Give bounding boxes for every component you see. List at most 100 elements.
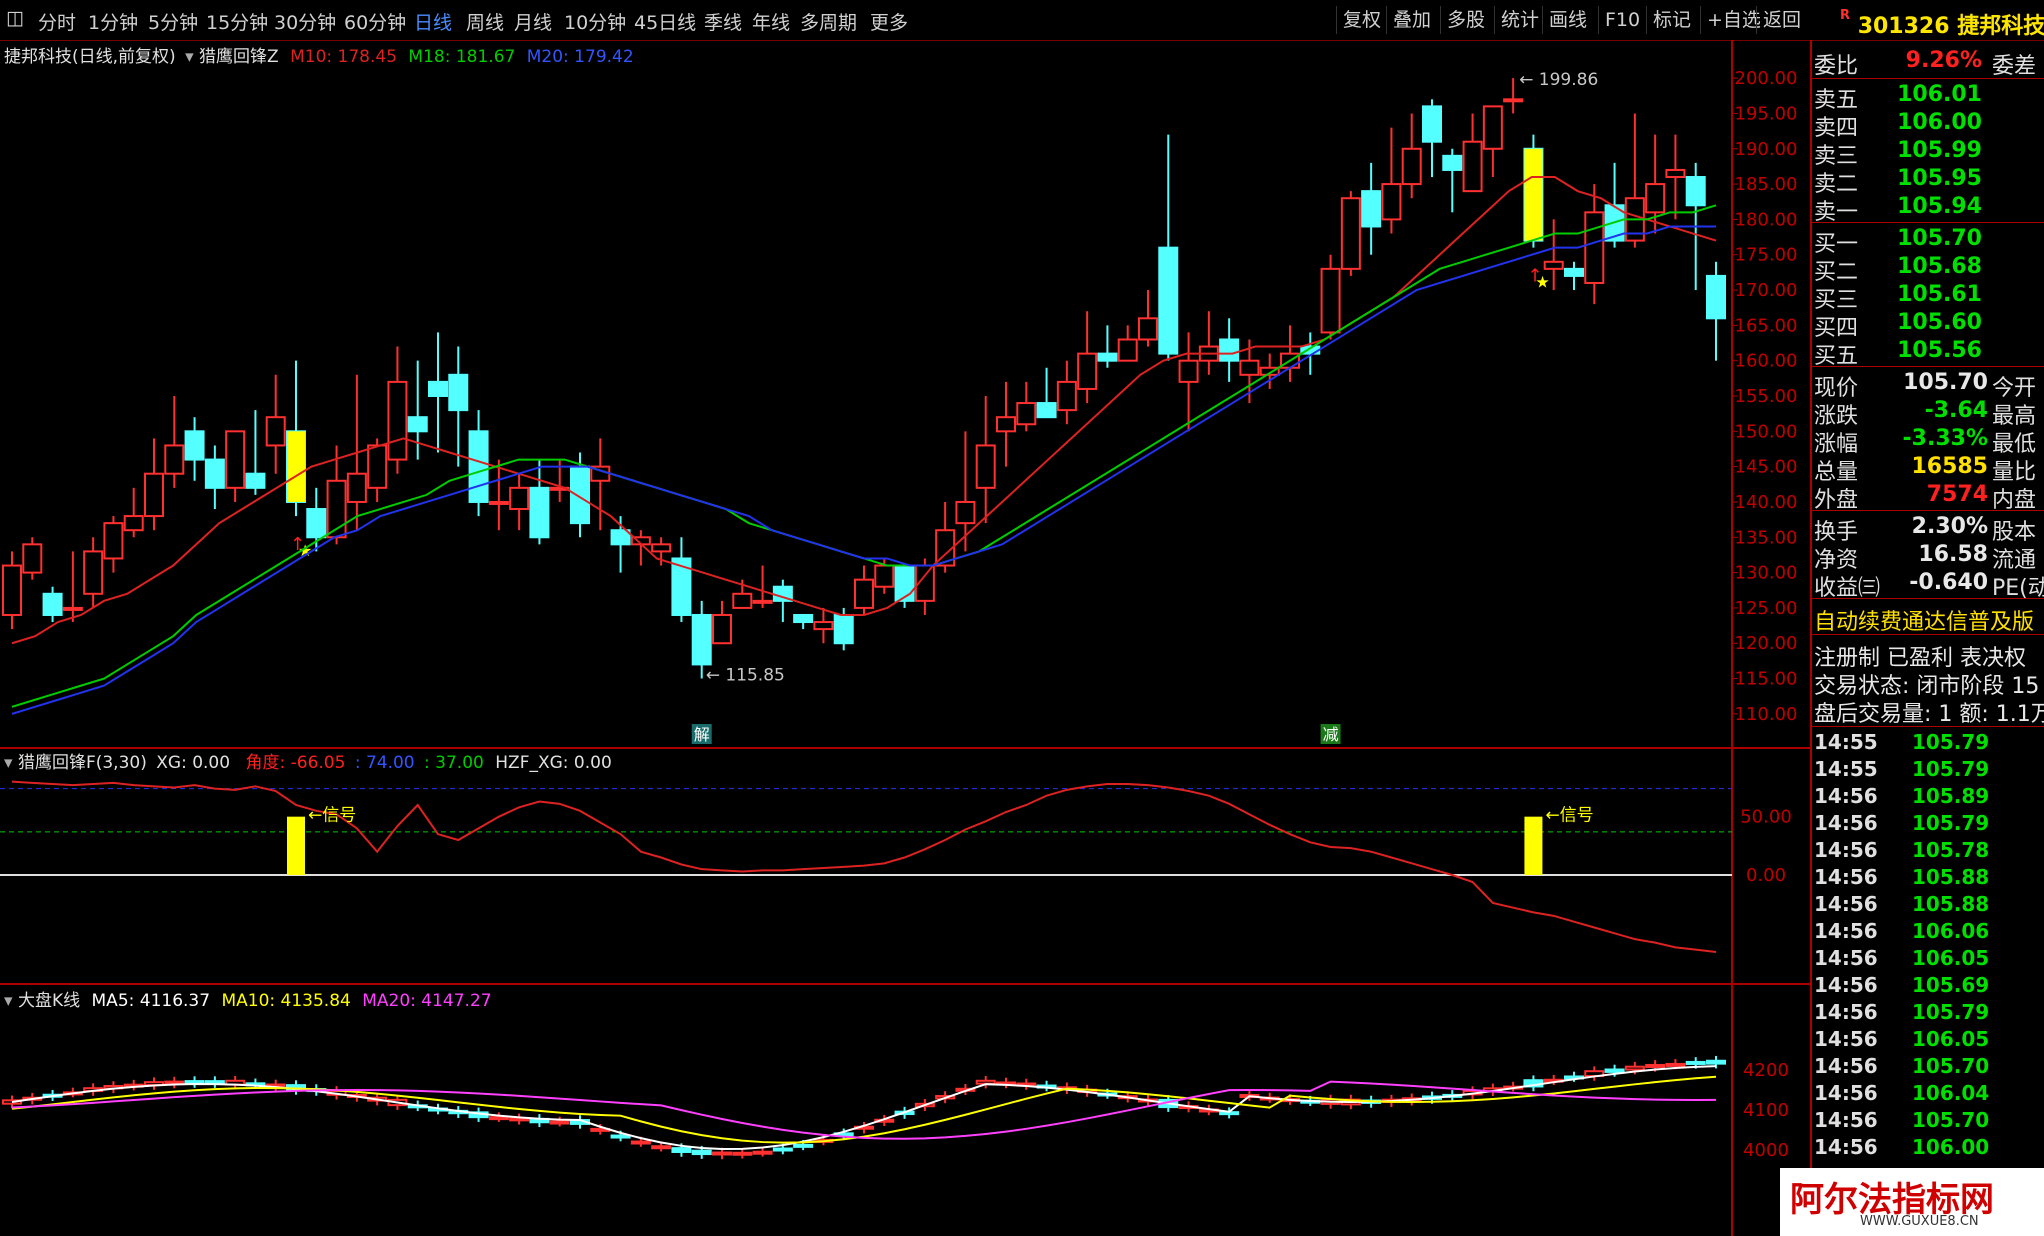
stat-value: 7574 (1926, 482, 1988, 507)
period-tab[interactable]: 分时 (38, 8, 76, 35)
period-tab[interactable]: 多周期 (800, 8, 857, 35)
stat-value: -3.33% (1902, 426, 1988, 451)
tick-time: 14:56 (1814, 919, 1878, 943)
index-candle-body (1665, 1062, 1686, 1067)
y-tick-label: 160.00 (1735, 351, 1798, 372)
y-tick-label: 4200 (1743, 1060, 1789, 1081)
ref-line-37-label: : 37.00 (424, 753, 484, 773)
toolbar-button[interactable]: 画线 (1542, 6, 1593, 34)
collapse-icon[interactable]: ▾ (185, 47, 194, 67)
toolbar-button[interactable]: 叠加 (1386, 6, 1437, 34)
stat-row: 收益㈢ -0.640 PE(动 (1812, 570, 2044, 601)
candle-body (509, 486, 530, 511)
tick-row: 14:56 105.89 (1812, 784, 2044, 812)
candle-body (123, 515, 144, 532)
tick-row: 14:56 106.05 (1812, 1027, 2044, 1055)
candle-body (22, 543, 43, 574)
bid-price: 105.56 (1897, 338, 1982, 363)
y-tick-label: 185.00 (1735, 174, 1798, 195)
ask-row[interactable]: 卖四 106.00 (1812, 110, 2044, 141)
candle-body (1422, 105, 1442, 143)
candle-body (529, 486, 550, 539)
panel-toggle-icon[interactable]: ◫ (6, 7, 24, 29)
period-tab[interactable]: 周线 (466, 8, 504, 35)
candle-body (1564, 267, 1584, 277)
weicha-label: 委差 (1992, 54, 2037, 79)
ask-row[interactable]: 卖五 106.01 (1812, 82, 2044, 113)
y-tick-label: 195.00 (1735, 103, 1798, 124)
period-tab[interactable]: 季线 (704, 8, 742, 35)
y-tick-label: 155.00 (1735, 386, 1798, 407)
candle-body (225, 430, 246, 489)
tick-time: 14:56 (1814, 946, 1878, 970)
period-tab[interactable]: 更多 (870, 8, 908, 35)
candle-body (651, 543, 672, 553)
period-tab[interactable]: 年线 (752, 8, 790, 35)
candle-body (1645, 183, 1666, 214)
period-tab[interactable]: 月线 (514, 8, 552, 35)
period-tab[interactable]: 日线 (414, 8, 452, 35)
toolbar-button[interactable]: 返回 (1756, 6, 1807, 34)
tick-row: 14:55 105.79 (1812, 757, 2044, 785)
panel3-name: 大盘K线 (17, 991, 81, 1011)
candle-body (1381, 183, 1402, 221)
ask-price: 106.01 (1897, 82, 1982, 107)
candle-body (874, 564, 895, 588)
period-tab[interactable]: 30分钟 (274, 8, 336, 35)
index-candle-body (712, 1151, 732, 1156)
bid-row[interactable]: 买三 105.61 (1812, 282, 2044, 313)
divider (1812, 726, 2044, 727)
bid-row[interactable]: 买二 105.68 (1812, 254, 2044, 285)
signal-bar (1524, 816, 1543, 875)
ask-row[interactable]: 卖一 105.94 (1812, 194, 2044, 225)
index-candle-body (671, 1147, 692, 1153)
y-tick-label: 0.00 (1746, 865, 1786, 886)
bid-row[interactable]: 买一 105.70 (1812, 226, 2044, 257)
stat-row: 现价 105.70 今开 (1812, 370, 2044, 401)
candle-body (1056, 380, 1077, 412)
period-tab[interactable]: 10分钟 (564, 8, 626, 35)
tick-time: 14:56 (1814, 1000, 1878, 1024)
index-candle-body (1645, 1063, 1666, 1068)
index-candle-body (793, 1143, 814, 1148)
ask-row[interactable]: 卖三 105.99 (1812, 138, 2044, 169)
candle-body (245, 472, 266, 489)
bid-price: 105.68 (1897, 254, 1982, 279)
bid-price: 105.61 (1897, 282, 1982, 307)
candle-body (1665, 168, 1686, 179)
candle-body (2, 564, 22, 616)
collapse-icon[interactable]: ▾ (4, 991, 13, 1011)
tick-time: 14:56 (1814, 1108, 1878, 1132)
main-legend: 捷邦科技(日线,前复权) ▾ 猎鹰回锋Z M10: 178.45 M18: 18… (4, 42, 634, 67)
period-tab[interactable]: 15分钟 (206, 8, 268, 35)
candle-body (83, 550, 104, 595)
toolbar-button[interactable]: 统计 (1494, 6, 1545, 34)
candle-body (164, 444, 185, 475)
toolbar-button[interactable]: F10 (1598, 6, 1646, 34)
candle-body (1340, 197, 1361, 270)
candle-body (488, 500, 509, 505)
index-candle-body (204, 1080, 225, 1085)
tick-price: 105.79 (1912, 757, 1990, 781)
toolbar-button[interactable]: 标记 (1646, 6, 1697, 34)
bid-row[interactable]: 买四 105.60 (1812, 310, 2044, 341)
index-candle-body (772, 1147, 793, 1152)
period-tab[interactable]: 45日线 (634, 8, 696, 35)
candle-body (955, 500, 976, 525)
period-tab[interactable]: 60分钟 (344, 8, 406, 35)
collapse-icon[interactable]: ▾ (4, 753, 13, 773)
toolbar-button[interactable]: 多股 (1440, 6, 1491, 34)
period-tab[interactable]: 1分钟 (88, 8, 138, 35)
weibi-label: 委比 (1814, 54, 1859, 79)
candle-body (1077, 352, 1098, 390)
toolbar-button[interactable]: 复权 (1336, 6, 1387, 34)
candle-body (854, 578, 874, 609)
bid-row[interactable]: 买五 105.56 (1812, 338, 2044, 369)
candle-body (265, 416, 286, 447)
period-tab[interactable]: 5分钟 (148, 8, 198, 35)
ask-row[interactable]: 卖二 105.95 (1812, 166, 2044, 197)
candle-body (570, 465, 590, 525)
chart-area[interactable]: 110.00 115.00 120.00 125.00 130.00 135.00 140.… (0, 40, 1810, 1236)
tick-time: 14:56 (1814, 1081, 1878, 1105)
notice-version[interactable]: 自动续费通达信普及版 (1814, 604, 2034, 636)
